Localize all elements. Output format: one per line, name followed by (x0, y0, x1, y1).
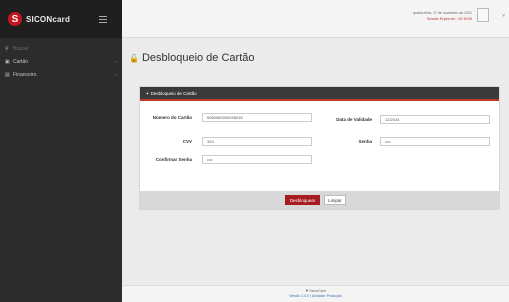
clear-button[interactable]: Limpar (324, 195, 346, 205)
chevron-left-icon: ‹ (115, 72, 117, 77)
password-label: Senha (358, 139, 372, 144)
chevron-left-icon: ‹ (115, 59, 117, 64)
confirm-password-row: Confirmar Senha (140, 155, 312, 164)
password-row: Senha (314, 137, 490, 146)
page-title-text: Desbloqueio de Cartão (141, 52, 255, 64)
bar-chart-icon: ▤ (5, 71, 10, 78)
expiry-input[interactable] (380, 115, 490, 124)
expiry-label: Data de Validade (336, 117, 372, 122)
cvv-input[interactable] (202, 137, 312, 146)
cvv-row: CVV (140, 137, 312, 146)
cvv-label: CVV (182, 139, 192, 144)
unlock-card-panel: + Desbloqueio de Cartão Número do Cartão… (139, 86, 500, 210)
card-number-row: Número do Cartão (140, 113, 312, 122)
plus-icon: + (146, 90, 149, 96)
search-icon: ⚲ (5, 45, 9, 52)
sidebar-item-label: Financeiro (13, 71, 37, 78)
confirm-password-label: Confirmar Senha (155, 157, 192, 162)
top-bar: quarta-feira, 17 de novembro de 2021 Ses… (122, 0, 509, 38)
sidebar-item-search[interactable]: ⚲ Buscar (0, 42, 122, 55)
password-input[interactable] (380, 137, 490, 146)
confirm-password-input[interactable] (202, 155, 312, 164)
brand-bar: S SICONcard (0, 0, 122, 38)
sidebar-item-label: Buscar (13, 45, 29, 52)
card-icon: ▣ (5, 58, 10, 65)
expiry-row: Data de Validade (314, 115, 490, 124)
session-timer: Sessão Expira em : 00:19:59 (427, 17, 472, 21)
card-number-label: Número do Cartão (152, 115, 192, 120)
session-info: quarta-feira, 17 de novembro de 2021 Ses… (413, 10, 472, 22)
side-menu: ⚲ Buscar ▣ Cartão ‹ ▤ Financeiro ‹ (0, 38, 122, 81)
logo-icon: S (8, 12, 22, 26)
sidebar-item-label: Cartão (13, 58, 29, 65)
footer-version[interactable]: Versão 1.0.0 | Unidade: Produção (122, 294, 509, 299)
hamburger-menu-icon[interactable] (99, 16, 107, 25)
page-title: 🔓 Desbloqueio de Cartão (129, 52, 255, 64)
panel-footer: Desbloquear Limpar (140, 191, 499, 209)
footer-logo-icon: ⚑ (305, 289, 309, 293)
page-footer: ⚑ SiconCard Versão 1.0.0 | Unidade: Prod… (122, 285, 509, 302)
panel-title: Desbloqueio de Cartão (150, 90, 197, 96)
card-number-input[interactable] (202, 113, 312, 122)
unlock-icon: 🔓 (129, 53, 139, 63)
logo-text: SICONcard (26, 14, 71, 24)
chevron-down-icon[interactable]: ˅ (502, 13, 505, 19)
unlock-button[interactable]: Desbloquear (285, 195, 320, 205)
sidebar: S SICONcard ⚲ Buscar ▣ Cartão ‹ ▤ Financ… (0, 0, 122, 302)
sidebar-item-card[interactable]: ▣ Cartão ‹ (0, 55, 122, 68)
sidebar-item-financial[interactable]: ▤ Financeiro ‹ (0, 68, 122, 81)
user-avatar[interactable] (477, 8, 489, 22)
panel-header: + Desbloqueio de Cartão (140, 87, 499, 101)
